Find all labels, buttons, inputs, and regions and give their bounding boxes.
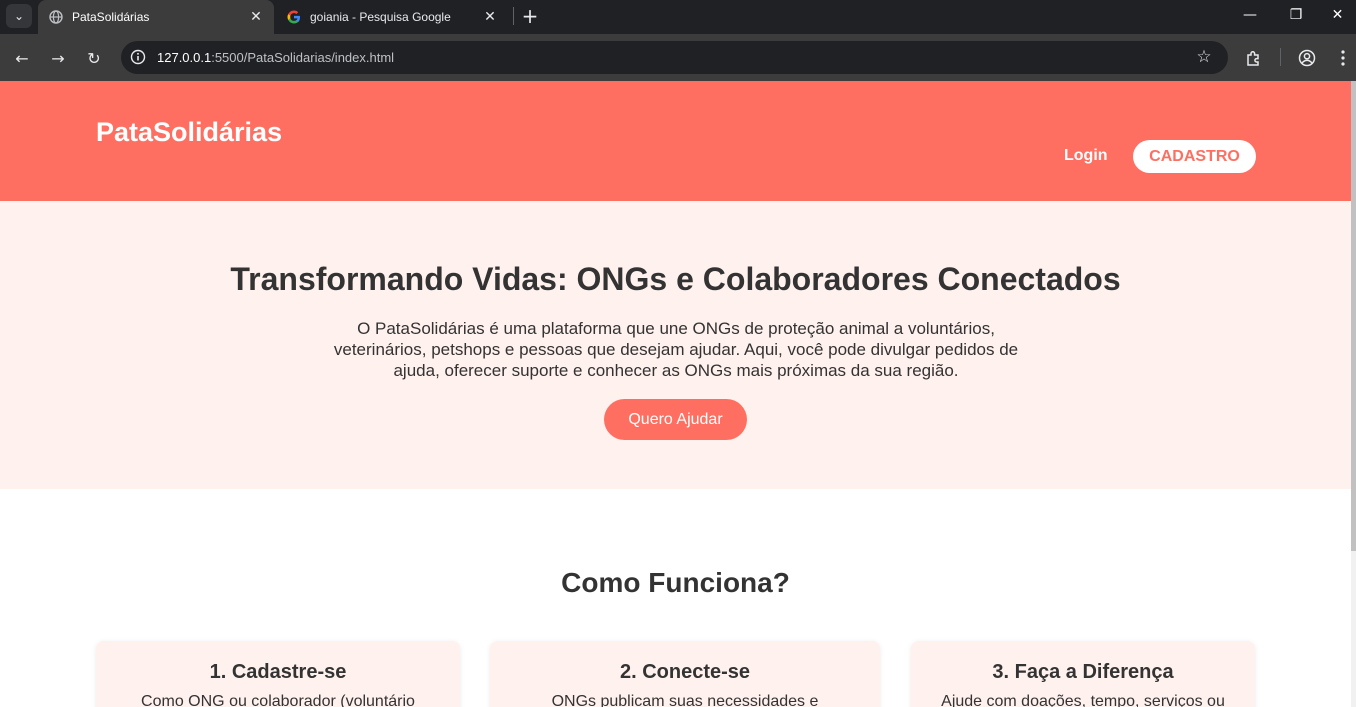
cadastro-button[interactable]: CADASTRO (1133, 140, 1256, 173)
url-path: :5500/PataSolidarias/index.html (211, 50, 395, 65)
scrollbar-thumb[interactable] (1351, 81, 1356, 551)
quero-ajudar-button[interactable]: Quero Ajudar (604, 399, 747, 440)
step-title: 3. Faça a Diferença (992, 661, 1174, 683)
hero-title: Transformando Vidas: ONGs e Colaboradore… (230, 261, 1121, 297)
step-text: ONGs publicam suas necessidades e (551, 693, 819, 707)
hero-section: Transformando Vidas: ONGs e Colaboradore… (0, 201, 1351, 489)
site-info-icon[interactable] (129, 48, 147, 66)
forward-button[interactable]: → (44, 44, 72, 72)
url-host: 127.0.0.1 (157, 50, 212, 65)
close-icon[interactable]: ✕ (246, 7, 266, 27)
step-card: 1. Cadastre-se Como ONG ou colaborador (… (96, 641, 460, 707)
bookmark-star-icon[interactable]: ☆ (1194, 47, 1214, 67)
tab-title: goiania - Pesquisa Google (310, 10, 451, 24)
minimize-button[interactable]: — (1227, 0, 1273, 30)
google-g-icon (286, 9, 302, 25)
login-link[interactable]: Login (1064, 147, 1108, 165)
step-title: 2. Conecte-se (619, 661, 751, 683)
site-logo[interactable]: PataSolidárias (96, 117, 282, 148)
close-window-button[interactable]: ✕ (1319, 0, 1356, 30)
section-title: Como Funciona? (561, 567, 790, 598)
browser-tab-bar: ⌄ PataSolidárias ✕ goiania - Pesquisa Go… (0, 0, 1356, 34)
tab-google-search[interactable]: goiania - Pesquisa Google ✕ (276, 0, 508, 34)
step-text: Ajude com doações, tempo, serviços ou (941, 693, 1225, 707)
restore-button[interactable]: ❐ (1273, 0, 1319, 30)
url-text: 127.0.0.1:5500/PataSolidarias/index.html (157, 50, 394, 65)
profile-icon[interactable] (1295, 46, 1319, 70)
globe-icon (48, 9, 64, 25)
close-icon[interactable]: ✕ (480, 7, 500, 27)
page-scrollbar[interactable] (1351, 81, 1356, 707)
extensions-icon[interactable] (1242, 46, 1266, 70)
step-card: 3. Faça a Diferença Ajude com doações, t… (911, 641, 1255, 707)
browser-toolbar: ← → ↻ 127.0.0.1:5500/PataSolidarias/inde… (0, 34, 1356, 81)
menu-kebab-icon[interactable] (1331, 46, 1355, 70)
address-bar[interactable]: 127.0.0.1:5500/PataSolidarias/index.html… (121, 41, 1228, 74)
toolbar-divider (1280, 48, 1281, 66)
page-viewport: PataSolidárias Login CADASTRO Transforma… (0, 81, 1351, 707)
tab-divider (513, 7, 514, 25)
new-tab-button[interactable]: + (518, 4, 542, 28)
reload-button[interactable]: ↻ (80, 44, 108, 72)
step-title: 1. Cadastre-se (209, 661, 347, 683)
site-header: PataSolidárias Login CADASTRO (0, 81, 1351, 201)
chevron-down-icon: ⌄ (13, 9, 25, 23)
hero-description: O PataSolidárias é uma plataforma que un… (333, 319, 1019, 380)
tab-title: PataSolidárias (72, 10, 150, 24)
tab-search-button[interactable]: ⌄ (6, 4, 32, 28)
step-card: 2. Conecte-se ONGs publicam suas necessi… (490, 641, 880, 707)
tab-patasolidarias[interactable]: PataSolidárias ✕ (38, 0, 274, 34)
step-text: Como ONG ou colaborador (voluntário (141, 693, 415, 707)
back-button[interactable]: ← (8, 44, 36, 72)
